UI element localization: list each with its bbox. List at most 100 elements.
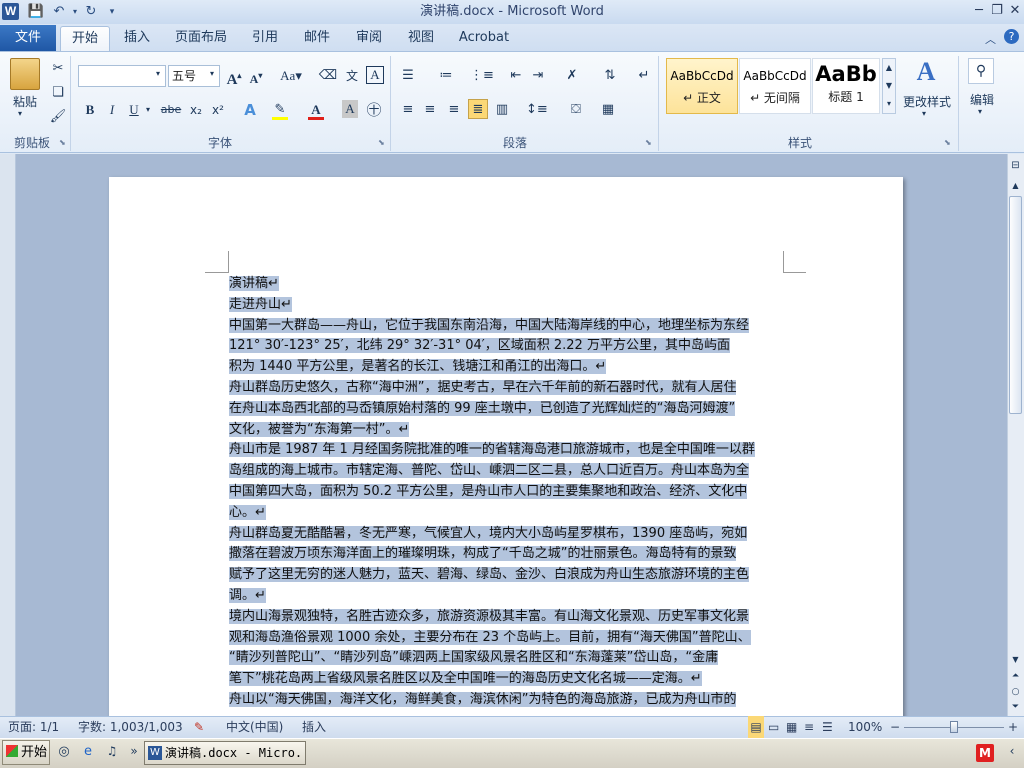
change-styles-button[interactable]: 更改样式 [900,93,954,110]
distributed-icon[interactable]: ▥ [492,100,512,120]
italic-button[interactable]: I [102,100,122,120]
decrease-indent-icon[interactable]: ⇤ [506,66,526,86]
font-size-chevron-down-icon[interactable]: ▾ [210,69,214,78]
browser-icon[interactable]: e [80,744,96,760]
align-left-icon[interactable]: ≡ [398,100,418,120]
close-button[interactable]: ✕ [1006,2,1024,20]
borders-icon[interactable]: ▦ [598,100,618,120]
change-styles-icon[interactable]: A [912,58,940,86]
draft-view-icon[interactable]: ☰ [822,716,833,738]
line-spacing-icon[interactable]: ↕≡ [526,100,548,120]
strikethrough-button[interactable]: abe [158,100,184,120]
tab-references[interactable]: 引用 [244,26,286,51]
styles-scroll[interactable]: ▲ ▼ ▾ [882,58,896,114]
paste-button[interactable]: 粘贴 [6,93,44,110]
select-browse-object-icon[interactable]: ○ [1009,686,1022,698]
font-launcher-icon[interactable]: ⬊ [378,138,385,147]
numbering-icon[interactable]: ≔ [436,66,456,86]
justify-icon[interactable]: ≣ [468,99,488,119]
scrollbar-thumb[interactable] [1009,196,1022,414]
style-no-spacing[interactable]: AaBbCcDd ↵ 无间隔 [739,58,811,114]
tray-expand-icon[interactable]: ‹ [1004,744,1020,760]
restore-button[interactable]: ❐ [988,2,1006,20]
taskbar-item-word[interactable]: 演讲稿.docx - Micro... [144,741,306,765]
zoom-out-button[interactable]: − [888,716,902,738]
tab-insert[interactable]: 插入 [114,26,160,51]
change-styles-dropdown-icon[interactable]: ▾ [922,109,926,118]
editing-dropdown-icon[interactable]: ▾ [978,107,982,116]
tab-view[interactable]: 视图 [400,26,442,51]
paste-dropdown-icon[interactable]: ▾ [18,109,22,118]
change-case-icon[interactable]: Aa▾ [278,66,304,86]
multilevel-list-icon[interactable]: ⋮≡ [470,66,494,86]
grow-font-icon[interactable]: A▴ [224,66,244,88]
align-center-icon[interactable]: ≡ [420,100,440,120]
tab-home[interactable]: 开始 [60,26,110,51]
clipboard-launcher-icon[interactable]: ⬊ [59,138,66,147]
format-painter-icon[interactable]: 🖌 [48,107,68,127]
web-layout-icon[interactable]: ▦ [786,716,797,738]
styles-launcher-icon[interactable]: ⬊ [944,138,951,147]
style-normal[interactable]: AaBbCcDd ↵ 正文 [666,58,738,114]
scroll-down-icon[interactable]: ▼ [1009,654,1022,666]
paragraph-launcher-icon[interactable]: ⬊ [645,138,652,147]
clear-formatting-icon[interactable]: ⌫ [318,66,338,86]
tab-page-layout[interactable]: 页面布局 [170,26,232,51]
minimize-button[interactable]: ─ [970,2,988,20]
tray-app-icon[interactable]: M [976,744,994,762]
underline-dropdown-icon[interactable]: ▾ [146,105,150,114]
scroll-up-icon[interactable]: ▲ [1009,180,1022,192]
insert-mode-indicator[interactable]: 插入 [302,716,326,738]
font-name-dropdown[interactable] [78,65,166,87]
chinese-layout-icon[interactable]: ✗ [562,66,582,86]
font-name-chevron-down-icon[interactable]: ▾ [156,69,160,78]
zoom-in-button[interactable]: + [1006,716,1020,738]
next-page-icon[interactable]: ⏷ [1009,701,1022,713]
show-marks-icon[interactable]: ↵ [634,66,654,86]
document-body[interactable]: 演讲稿↵ 走进舟山↵ 中国第一大群岛——舟山，它位于我国东南沿海，中国大陆海岸线… [229,274,783,711]
outline-view-icon[interactable]: ≡ [804,716,814,738]
sort-icon[interactable]: ⇅ [600,66,620,86]
bullets-icon[interactable]: ☰ [398,66,418,86]
paste-icon[interactable] [10,58,40,90]
tab-review[interactable]: 审阅 [348,26,390,51]
media-icon[interactable]: ♫ [104,744,120,760]
bold-button[interactable]: B [80,100,100,120]
crop-mark [783,251,784,273]
character-border-icon[interactable]: A [366,66,384,84]
shading-icon[interactable]: ⛋ [566,100,586,120]
binoculars-icon[interactable]: ⚲ [968,58,994,84]
proofing-icon[interactable]: ✎ [194,716,204,738]
align-right-icon[interactable]: ≡ [444,100,464,120]
editing-button[interactable]: 编辑 [962,91,1002,108]
word-count[interactable]: 字数: 1,003/1,003 [78,716,183,738]
subscript-button[interactable]: x₂ [186,100,206,120]
previous-page-icon[interactable]: ⏶ [1009,670,1022,682]
zoom-slider-thumb[interactable] [950,721,958,733]
cut-icon[interactable]: ✂ [48,59,68,79]
style-heading-1[interactable]: AaBb 标题 1 [812,58,880,114]
tab-acrobat[interactable]: Acrobat [454,26,514,51]
text-effects-icon[interactable]: A [240,100,260,120]
increase-indent-icon[interactable]: ⇥ [528,66,548,86]
help-icon[interactable]: ? [1004,29,1019,44]
minimize-ribbon-icon[interactable]: ︿ [985,31,996,47]
full-screen-reading-icon[interactable]: ▭ [768,716,779,738]
enclose-characters-icon[interactable]: ㊉ [364,100,384,120]
underline-button[interactable]: U [124,100,144,120]
language-indicator[interactable]: 中文(中国) [226,716,283,738]
phonetic-guide-icon[interactable]: 文 [342,66,362,86]
zoom-level[interactable]: 100% [848,716,882,738]
page-count[interactable]: 页面: 1/1 [8,716,59,738]
quicklaunch-icon[interactable]: ◎ [56,744,72,760]
print-layout-view-icon[interactable]: ▤ [748,716,764,738]
superscript-button[interactable]: x² [208,100,228,120]
shrink-font-icon[interactable]: A▾ [246,66,266,86]
ruler-toggle-icon[interactable]: ⊟ [1009,160,1022,174]
copy-icon[interactable]: ❏ [48,83,68,103]
tab-mailings[interactable]: 邮件 [296,26,338,51]
text-line: 笔下”桃花岛两上省级风景名胜区以及全中国唯一的海岛历史文化名城——定海。↵ [229,671,702,687]
tab-file[interactable]: 文件 [0,25,56,51]
character-shading-button[interactable]: A [342,100,358,118]
more-quicklaunch-icon[interactable]: » [128,744,140,760]
